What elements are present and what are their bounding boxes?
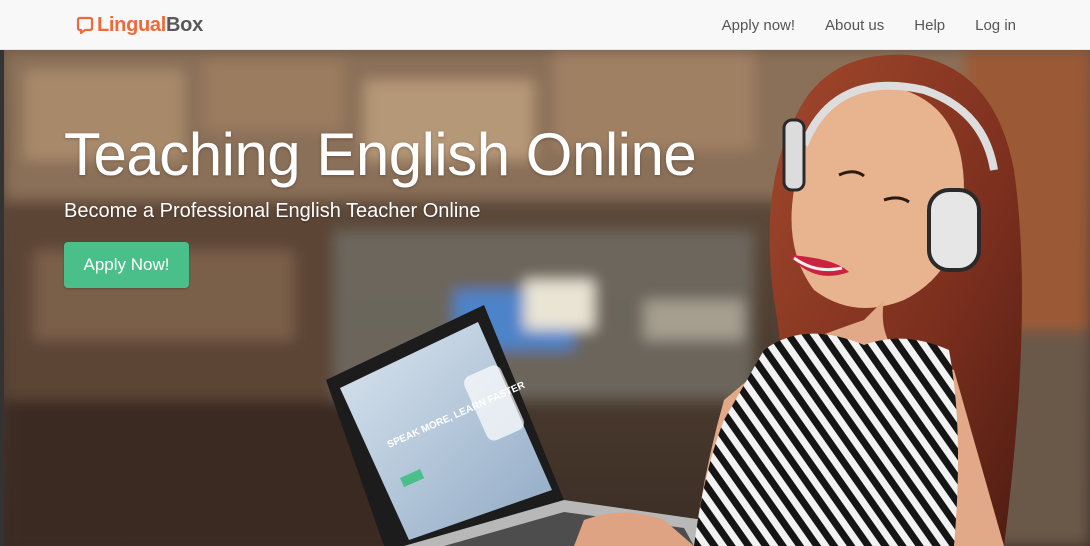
speech-bubble-logo-icon: [76, 16, 94, 34]
brand-name-part1: Lingual: [97, 13, 167, 36]
hero-section: SPEAK MORE, LEARN FASTER Teaching Englis…: [4, 50, 1090, 546]
brand-name: LingualBox: [97, 14, 203, 37]
nav-log-in[interactable]: Log in: [975, 17, 1016, 34]
hero-subtitle: Become a Professional English Teacher On…: [64, 200, 481, 222]
hero-title: Teaching English Online: [64, 121, 697, 188]
top-navbar: LingualBox Apply now! About us Help Log …: [0, 0, 1090, 50]
nav-help[interactable]: Help: [914, 17, 945, 34]
brand-name-part2: Box: [166, 13, 203, 36]
apply-now-button[interactable]: Apply Now!: [64, 242, 189, 288]
nav-about-us[interactable]: About us: [825, 17, 884, 34]
brand-logo[interactable]: LingualBox: [76, 12, 203, 38]
main-nav: Apply now! About us Help Log in: [692, 0, 1016, 50]
nav-apply-now[interactable]: Apply now!: [722, 17, 795, 34]
